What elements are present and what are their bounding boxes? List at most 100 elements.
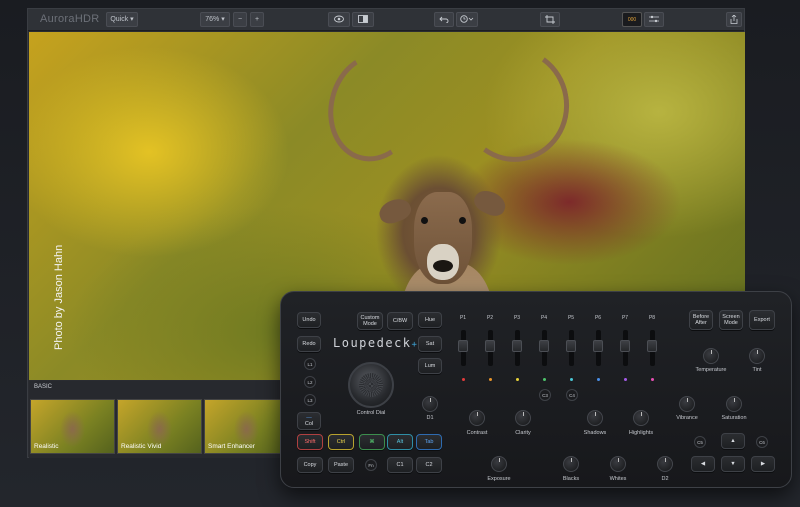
- preset-thumb[interactable]: Realistic: [30, 399, 115, 454]
- tint-knob[interactable]: [749, 348, 765, 364]
- paste-key[interactable]: Paste: [328, 457, 354, 473]
- clock-icon: [460, 15, 474, 23]
- left-antler: [316, 42, 432, 172]
- split-view-icon: [358, 15, 368, 23]
- vibrance-knob[interactable]: [679, 396, 695, 412]
- fader-label: P1: [459, 315, 467, 321]
- preview-toggle-button[interactable]: [328, 12, 350, 27]
- share-button[interactable]: [726, 12, 742, 27]
- layers-button[interactable]: 000: [622, 12, 642, 27]
- before-after-key[interactable]: Before After: [689, 310, 713, 330]
- preset-thumb-label: Realistic Vivid: [121, 443, 162, 450]
- presets-section-label: BASIC: [34, 384, 53, 390]
- control-dial[interactable]: [348, 362, 394, 408]
- whites-knob[interactable]: [610, 456, 626, 472]
- undo-button[interactable]: [434, 12, 454, 27]
- tint-label: Tint: [752, 367, 762, 373]
- zoom-in-button[interactable]: +: [250, 12, 264, 27]
- d2-knob[interactable]: [657, 456, 673, 472]
- preset-thumb[interactable]: Realistic Vivid: [117, 399, 202, 454]
- contrast-knob[interactable]: [469, 410, 485, 426]
- deer-right-ear: [470, 186, 510, 220]
- c2-key[interactable]: C2: [416, 457, 442, 473]
- hue-key[interactable]: Hue: [418, 312, 442, 328]
- arrow-down-key[interactable]: ▼: [721, 456, 745, 472]
- blacks-knob[interactable]: [563, 456, 579, 472]
- fader-color-indicator: [624, 378, 627, 381]
- export-key[interactable]: Export: [749, 310, 775, 330]
- brand-name: Loupedeck: [333, 336, 412, 350]
- fader-color-indicator: [543, 378, 546, 381]
- alt-key[interactable]: Alt: [387, 434, 413, 450]
- fader-handle[interactable]: [485, 340, 495, 352]
- undo-key[interactable]: Undo: [297, 312, 321, 328]
- c1-key[interactable]: C1: [387, 457, 413, 473]
- fader-handle[interactable]: [620, 340, 630, 352]
- history-button[interactable]: [456, 12, 478, 27]
- fader-label: P7: [621, 315, 629, 321]
- exposure-knob[interactable]: [491, 456, 507, 472]
- cmd-key[interactable]: ⌘: [359, 434, 385, 450]
- fader-color-indicator: [516, 378, 519, 381]
- tab-key[interactable]: Tab: [416, 434, 442, 450]
- crop-button[interactable]: [540, 12, 560, 27]
- deer-right-eye: [459, 217, 466, 224]
- fader-label: P6: [594, 315, 602, 321]
- lum-key[interactable]: Lum: [418, 358, 442, 374]
- zoom-out-button[interactable]: −: [233, 12, 247, 27]
- c3-key[interactable]: C3: [539, 389, 551, 401]
- fader-handle[interactable]: [512, 340, 522, 352]
- exposure-label: Exposure: [487, 476, 511, 482]
- sliders-icon: [649, 15, 659, 23]
- fader-handle[interactable]: [647, 340, 657, 352]
- fn-key[interactable]: Fn: [365, 459, 377, 471]
- fader-handle[interactable]: [458, 340, 468, 352]
- preset-thumb[interactable]: Smart Enhancer: [204, 399, 289, 454]
- highlights-knob[interactable]: [633, 410, 649, 426]
- shift-key[interactable]: Shift: [297, 434, 323, 450]
- deer-left-ear: [376, 195, 414, 227]
- c4-key[interactable]: C4: [566, 389, 578, 401]
- col-key[interactable]: — Col: [297, 412, 321, 430]
- sat-key[interactable]: Sat: [418, 336, 442, 352]
- layers-label: 000: [627, 17, 637, 23]
- color-bw-key[interactable]: C/BW: [387, 312, 413, 330]
- app-logo: AuroraHDR: [40, 13, 100, 25]
- d1-knob[interactable]: [422, 396, 438, 412]
- vibrance-label: Vibrance: [676, 415, 698, 421]
- whites-label: Whites: [609, 476, 627, 482]
- control-dial-label: Control Dial: [356, 410, 386, 416]
- fader-color-indicator: [597, 378, 600, 381]
- arrow-left-key[interactable]: ◀: [691, 456, 715, 472]
- arrow-right-key[interactable]: ▶: [751, 456, 775, 472]
- fader-handle[interactable]: [539, 340, 549, 352]
- adjustments-button[interactable]: [644, 12, 664, 27]
- fader-handle[interactable]: [566, 340, 576, 352]
- l3-key[interactable]: L3: [304, 394, 316, 406]
- c5-key[interactable]: C5: [694, 436, 706, 448]
- compare-button[interactable]: [352, 12, 374, 27]
- preset-dropdown[interactable]: Quick ▾: [106, 12, 138, 27]
- screen: AuroraHDR Quick ▾ 76% ▾ − + 000 Photo by…: [0, 0, 800, 507]
- custom-mode-key[interactable]: Custom Mode: [357, 312, 383, 330]
- fader-label: P5: [567, 315, 575, 321]
- photo-credit: Photo by Jason Hahn: [53, 244, 65, 350]
- c6-key[interactable]: C6: [756, 436, 768, 448]
- fader-color-indicator: [462, 378, 465, 381]
- ctrl-key[interactable]: Ctrl: [328, 434, 354, 450]
- clarity-knob[interactable]: [515, 410, 531, 426]
- redo-key[interactable]: Redo: [297, 336, 321, 352]
- l2-key[interactable]: L2: [304, 376, 316, 388]
- copy-key[interactable]: Copy: [297, 457, 323, 473]
- fader-handle[interactable]: [593, 340, 603, 352]
- l1-key[interactable]: L1: [304, 358, 316, 370]
- loupedeck-console: Undo Redo L1 L2 L3 — Col Custom Mode C/BW…: [280, 291, 792, 488]
- arrow-up-key[interactable]: ▲: [721, 433, 745, 449]
- screen-mode-key[interactable]: Screen Mode: [719, 310, 743, 330]
- temperature-knob[interactable]: [703, 348, 719, 364]
- zoom-dropdown[interactable]: 76% ▾: [200, 12, 230, 27]
- saturation-knob[interactable]: [726, 396, 742, 412]
- preset-label: Quick: [110, 16, 129, 23]
- shadows-knob[interactable]: [587, 410, 603, 426]
- dial-grip: [359, 373, 383, 397]
